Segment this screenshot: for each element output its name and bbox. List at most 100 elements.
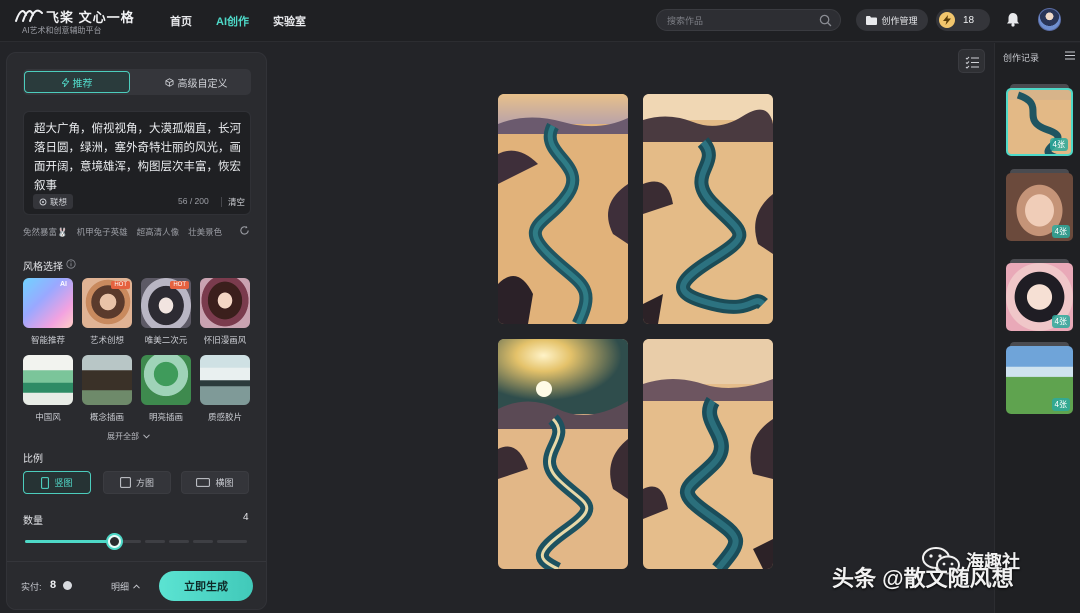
image-count-badge: 4张	[1051, 398, 1070, 411]
expand-all-button[interactable]: 展开全部	[107, 431, 150, 442]
style-option[interactable]: 明亮插画	[141, 355, 191, 423]
ratio-landscape-button[interactable]: 横图	[181, 471, 249, 494]
list-icon[interactable]	[1065, 51, 1075, 60]
landscape-icon	[196, 478, 211, 487]
ratio-portrait-button[interactable]: 竖图	[23, 471, 91, 494]
prompt-text[interactable]: 超大广角，俯视视角，大漠孤烟直，长河落日圆，绿洲，塞外奇特壮丽的风光，画面开阔，…	[34, 120, 244, 196]
info-icon[interactable]	[66, 259, 76, 269]
slider-segment	[193, 540, 213, 543]
logo-subtitle: AI艺术和创意辅助平台	[22, 26, 102, 35]
history-thumb: 4张	[1006, 88, 1073, 156]
tab-recommend[interactable]: 推荐	[24, 71, 130, 93]
suggestion-item[interactable]: 免然暴富🐰	[23, 226, 68, 238]
hot-badge: HOT	[111, 281, 130, 289]
bell-icon[interactable]	[1006, 12, 1020, 27]
tab-recommend-label: 推荐	[72, 78, 93, 90]
slider-segment	[169, 540, 189, 543]
credits-count: 18	[963, 14, 975, 26]
history-item[interactable]: 4张	[1006, 342, 1073, 414]
pay-label: 实付:	[21, 582, 42, 592]
image-count-badge: 4张	[1051, 315, 1070, 328]
slider-thumb[interactable]	[108, 535, 121, 548]
ratio-label: 横图	[215, 478, 234, 488]
prompt-textarea[interactable]: 超大广角，俯视视角，大漠孤烟直，长河落日圆，绿洲，塞外奇特壮丽的风光，画面开阔，…	[23, 111, 251, 215]
top-bar: 飞桨 文心一格 AI艺术和创意辅助平台 首页 AI创作 实验室 创作管理 18	[0, 0, 1080, 42]
style-name: 明亮插画	[148, 412, 183, 422]
history-sidebar: 创作记录 4张 4张 4张 4张	[994, 43, 1080, 613]
suggestion-item[interactable]: 壮美景色	[188, 226, 222, 238]
style-option[interactable]: HOT 唯美二次元	[141, 278, 191, 346]
search-box	[656, 9, 841, 31]
style-thumb-concept	[82, 355, 132, 405]
expand-all-label: 展开全部	[107, 432, 139, 441]
style-option[interactable]: HOT 艺术创想	[82, 278, 132, 346]
nav-home[interactable]: 首页	[170, 13, 192, 29]
tab-advanced-label: 高级自定义	[177, 78, 228, 90]
generated-image[interactable]	[498, 94, 628, 324]
list-view-toggle[interactable]	[958, 49, 985, 73]
ai-badge: AI	[60, 281, 67, 288]
slider-segment	[217, 540, 247, 543]
ratio-section-label: 比例	[23, 454, 43, 465]
search-input[interactable]	[667, 13, 817, 28]
char-count: 56 / 200	[178, 196, 209, 206]
prompt-suggestions: 免然暴富🐰 机甲兔子英雄 超高清人像 壮美景色	[23, 226, 251, 238]
history-item[interactable]: 4张	[1006, 84, 1073, 156]
count-value: 4	[243, 512, 249, 523]
creation-manage-button[interactable]: 创作管理	[856, 9, 928, 31]
style-thumb-bright	[141, 355, 191, 405]
create-panel: 推荐 高级自定义 超大广角，俯视视角，大漠孤烟直，长河落日圆，绿洲，塞外奇特壮丽…	[6, 52, 267, 610]
divider	[221, 197, 222, 207]
user-avatar[interactable]	[1038, 8, 1061, 31]
suggestion-item[interactable]: 超高清人像	[137, 226, 180, 238]
count-slider[interactable]	[25, 535, 247, 548]
suggestion-item[interactable]: 机甲兔子英雄	[77, 226, 128, 238]
history-thumb: 4张	[1006, 263, 1073, 331]
nav-ai-create[interactable]: AI创作	[216, 13, 249, 29]
history-title: 创作记录	[1003, 53, 1040, 63]
search-icon[interactable]	[819, 14, 832, 27]
style-name: 质感胶片	[207, 412, 242, 422]
sparkle-icon	[39, 198, 47, 205]
desert-river-image	[498, 94, 628, 324]
credits-balance[interactable]: 18	[936, 9, 990, 31]
style-option[interactable]: 质感胶片	[200, 355, 250, 423]
ratio-label: 竖图	[54, 478, 73, 488]
lightning-icon	[61, 77, 69, 87]
logo[interactable]: 飞桨 文心一格 AI艺术和创意辅助平台	[14, 5, 134, 37]
square-icon	[120, 477, 131, 488]
generated-image[interactable]	[643, 339, 773, 569]
style-option[interactable]: 中国风	[23, 355, 73, 423]
generated-image[interactable]	[498, 339, 628, 569]
history-item[interactable]: 4张	[1006, 169, 1073, 241]
tab-advanced[interactable]: 高级自定义	[143, 71, 249, 93]
ratio-selector: 竖图 方图 横图	[23, 471, 251, 495]
generated-image[interactable]	[643, 94, 773, 324]
style-option[interactable]: 概念插画	[82, 355, 132, 423]
style-thumb-art: HOT	[82, 278, 132, 328]
hot-badge: HOT	[170, 281, 189, 289]
nav-lab[interactable]: 实验室	[273, 13, 306, 29]
style-option[interactable]: 怀旧漫画风	[200, 278, 250, 346]
ratio-square-button[interactable]: 方图	[103, 471, 171, 494]
style-thumb-anime: HOT	[141, 278, 191, 328]
chevron-up-icon	[133, 584, 140, 589]
image-count-badge: 4张	[1051, 225, 1070, 238]
creation-manage-label: 创作管理	[881, 15, 918, 26]
logo-title: 飞桨 文心一格	[46, 10, 135, 25]
checklist-icon	[965, 56, 979, 69]
associate-button[interactable]: 联想	[33, 194, 74, 209]
style-option[interactable]: AI 智能推荐	[23, 278, 73, 346]
slider-segment	[145, 540, 165, 543]
refresh-icon[interactable]	[239, 225, 250, 236]
desert-river-image	[643, 94, 773, 324]
style-thumb-retro-comic	[200, 278, 250, 328]
history-item[interactable]: 4张	[1006, 259, 1073, 331]
detail-button[interactable]: 明细	[111, 580, 140, 593]
coin-icon	[63, 581, 72, 590]
generate-button[interactable]: 立即生成	[159, 571, 253, 601]
clear-button[interactable]: 清空	[228, 196, 245, 208]
style-thumb-chinese	[23, 355, 73, 405]
cube-icon	[164, 77, 174, 87]
panel-footer: 实付: 8 明细 立即生成	[7, 561, 266, 609]
